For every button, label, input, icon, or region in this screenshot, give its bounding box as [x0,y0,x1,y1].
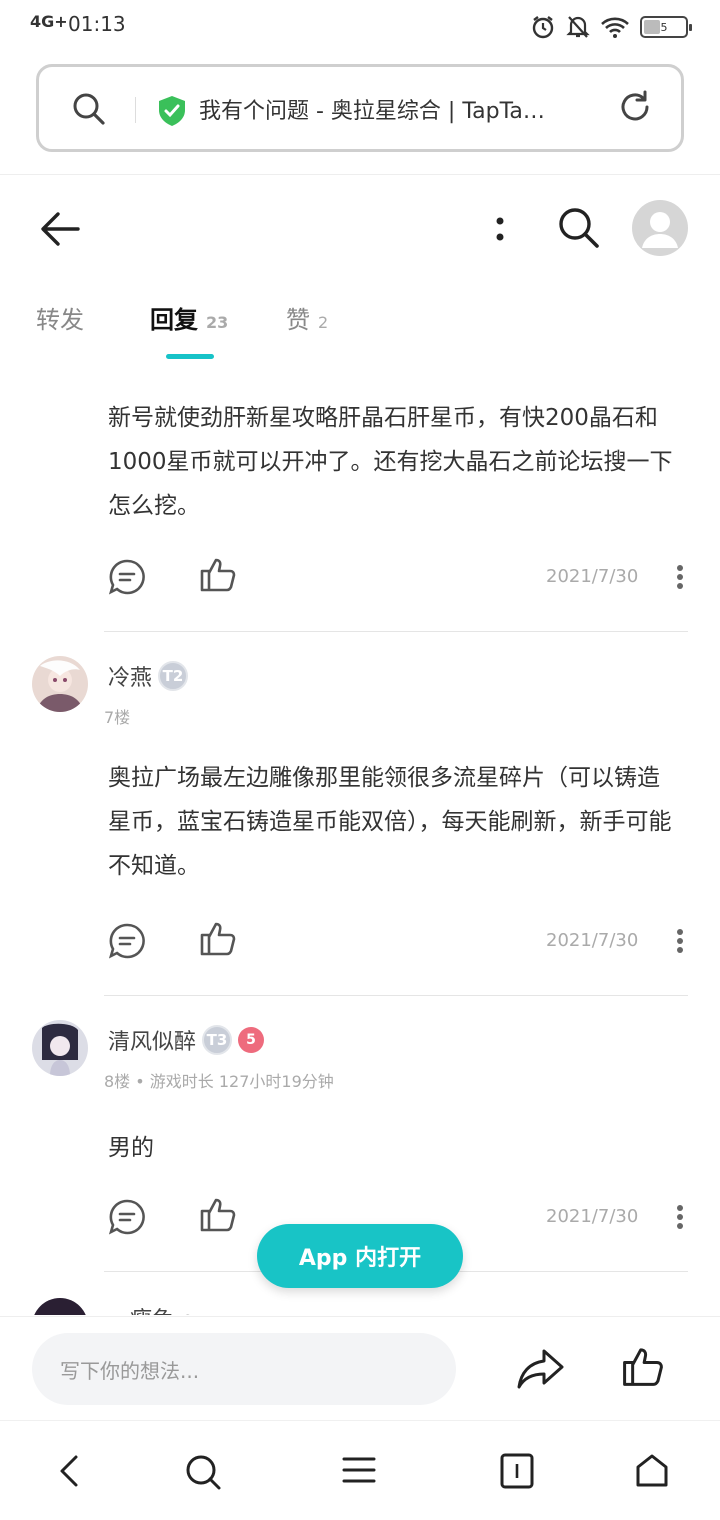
author-name[interactable]: …瘦兔 ou… [108,1302,230,1315]
user-avatar[interactable] [632,200,688,256]
reply-actions: 2021/7/30 [0,558,720,602]
address-bar[interactable]: 我有个问题 - 奥拉星综合 | TapTa… [36,64,684,152]
divider [104,631,688,632]
tab-replies[interactable]: 回复 23 [150,300,228,335]
tab-reposts[interactable]: 转发 [36,300,84,335]
open-in-app-button[interactable]: App 内打开 [257,1224,463,1288]
thumbs-up-icon[interactable] [198,1194,238,1234]
tab-likes[interactable]: 赞2 [286,300,328,335]
nav-home-icon[interactable] [634,1453,670,1489]
comment-icon[interactable] [108,558,146,596]
thumbs-up-icon[interactable] [620,1343,666,1389]
tab-count: 23 [206,313,229,332]
reload-icon[interactable] [617,89,653,125]
reply-date: 2021/7/30 [546,1206,639,1227]
tap-level-badge: T2 [158,661,189,691]
more-vertical-icon[interactable] [676,564,684,590]
status-icons: 5 [530,14,692,40]
comment-icon[interactable] [108,922,146,960]
tab-label: 赞 [286,306,310,334]
tap-level-badge: T3 [202,1025,233,1055]
reply-list[interactable]: 新号就使劲肝新星攻略肝晶石肝星币，有快200晶石和1000星币就可以开冲了。还有… [0,360,720,1315]
more-vertical-icon[interactable] [676,1204,684,1230]
tab-label: 转发 [36,306,84,334]
floor-meta: 8楼 • 游戏时长 127小时19分钟 [104,1072,334,1091]
avatar[interactable] [32,656,88,712]
nav-search-icon[interactable] [184,1453,222,1491]
system-nav-bar [0,1420,720,1520]
mute-bell-icon [566,16,590,38]
wifi-icon [601,17,629,38]
page-header [0,175,720,285]
page-url-title[interactable]: 我有个问题 - 奥拉星综合 | TapTa… [199,93,599,125]
comment-input[interactable]: 写下你的想法... [32,1333,456,1405]
search-icon[interactable] [71,91,107,127]
battery-level: 5 [660,20,668,34]
thumbs-up-icon[interactable] [198,554,238,594]
more-vertical-icon[interactable] [676,928,684,954]
divider [104,995,688,996]
comment-bar: 写下你的想法... [0,1316,720,1420]
comment-icon[interactable] [108,1198,146,1236]
avatar-image [32,656,88,712]
tab-label: 回复 [150,306,198,334]
avatar-image [32,1020,88,1076]
back-arrow-icon[interactable] [38,209,82,249]
author-row: 清风似醉 T3 5 [108,1024,265,1056]
reply-date: 2021/7/30 [546,930,639,951]
search-icon[interactable] [556,205,602,251]
status-bar: 4G+ 01:13 5 [0,0,720,52]
nav-menu-icon[interactable] [342,1453,376,1487]
author-name[interactable]: 清风似醉 [108,1024,196,1056]
comment-placeholder: 写下你的想法... [60,1359,200,1383]
author-name[interactable]: 冷燕 [108,660,152,692]
more-vertical-icon[interactable] [494,213,506,245]
user-icon [642,212,678,248]
thumbs-up-icon[interactable] [198,918,238,958]
nav-back-icon[interactable] [56,1453,80,1489]
alarm-icon [532,16,554,39]
floor-meta: 7楼 [104,708,131,727]
level-badge: 5 [238,1027,265,1053]
reply-actions: 2021/7/30 [0,922,720,966]
active-tab-indicator [166,354,214,359]
tab-count: 2 [318,313,329,332]
share-icon[interactable] [516,1347,566,1391]
author-row: 冷燕 T2 [108,660,189,692]
avatar[interactable] [32,1298,88,1315]
reply-text: 新号就使劲肝新星攻略肝晶石肝星币，有快200晶石和1000星币就可以开冲了。还有… [108,405,673,519]
secure-shield-icon [159,96,185,126]
battery-icon: 5 [640,16,692,38]
network-indicator: 4G+ [30,12,68,31]
avatar[interactable] [32,1020,88,1076]
clock: 01:13 [68,12,126,36]
reply-text: 奥拉广场最左边雕像那里能领很多流星碎片（可以铸造星币，蓝宝石铸造星币能双倍），每… [108,765,672,879]
divider [135,97,136,123]
author-row: …瘦兔 ou… [108,1302,230,1315]
nav-tabs-icon[interactable] [500,1453,534,1489]
reply-date: 2021/7/30 [546,566,639,587]
reply-text: 男的 [108,1135,154,1161]
tab-bar: 转发 回复 23 赞2 [0,290,720,360]
